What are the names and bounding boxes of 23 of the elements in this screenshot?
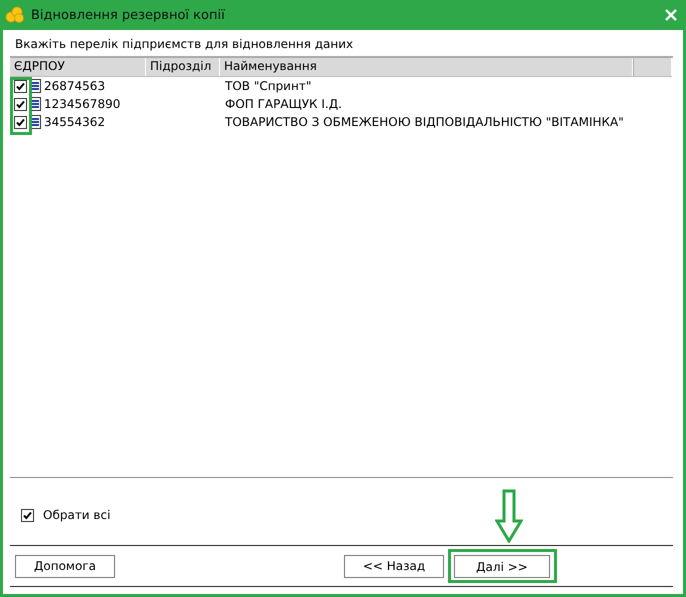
next-button[interactable]: Далі >> xyxy=(454,555,550,578)
checkbox[interactable] xyxy=(14,80,27,92)
column-header[interactable]: Підрозділ xyxy=(146,58,220,76)
select-all-label: Обрати всі xyxy=(43,508,110,522)
table-cell-text: 1234567890 xyxy=(44,97,122,111)
column-header xyxy=(633,58,672,76)
down-arrow-icon xyxy=(495,489,523,543)
table-cell: ТОВ "Спринт" xyxy=(225,79,312,93)
column-header[interactable]: Найменування xyxy=(220,58,633,76)
app-logo-icon xyxy=(5,6,25,24)
instruction-text: Вкажіть перелік підприємств для відновлення даних xyxy=(15,37,354,53)
table-cell: ТОВАРИСТВО З ОБМЕЖЕНОЮ ВІДПОВІДАЛЬНІСТЮ "ВІТАМІНКА" xyxy=(225,115,624,129)
back-button[interactable]: << Назад xyxy=(344,554,444,578)
table-cell-text: 34554362 xyxy=(44,115,106,129)
checkbox[interactable] xyxy=(21,508,34,522)
table-cell: ФОП ГАРАЩУК І.Д. xyxy=(225,97,342,111)
column-header[interactable]: ЄДРПОУ xyxy=(10,58,146,76)
checkbox[interactable] xyxy=(14,98,27,110)
window-title: Відновлення резервної копії xyxy=(31,8,226,22)
help-button[interactable]: Допомога xyxy=(15,554,115,578)
table-cell-text: 26874563 xyxy=(44,79,106,93)
close-icon[interactable] xyxy=(664,8,678,22)
checkbox[interactable] xyxy=(14,116,27,128)
